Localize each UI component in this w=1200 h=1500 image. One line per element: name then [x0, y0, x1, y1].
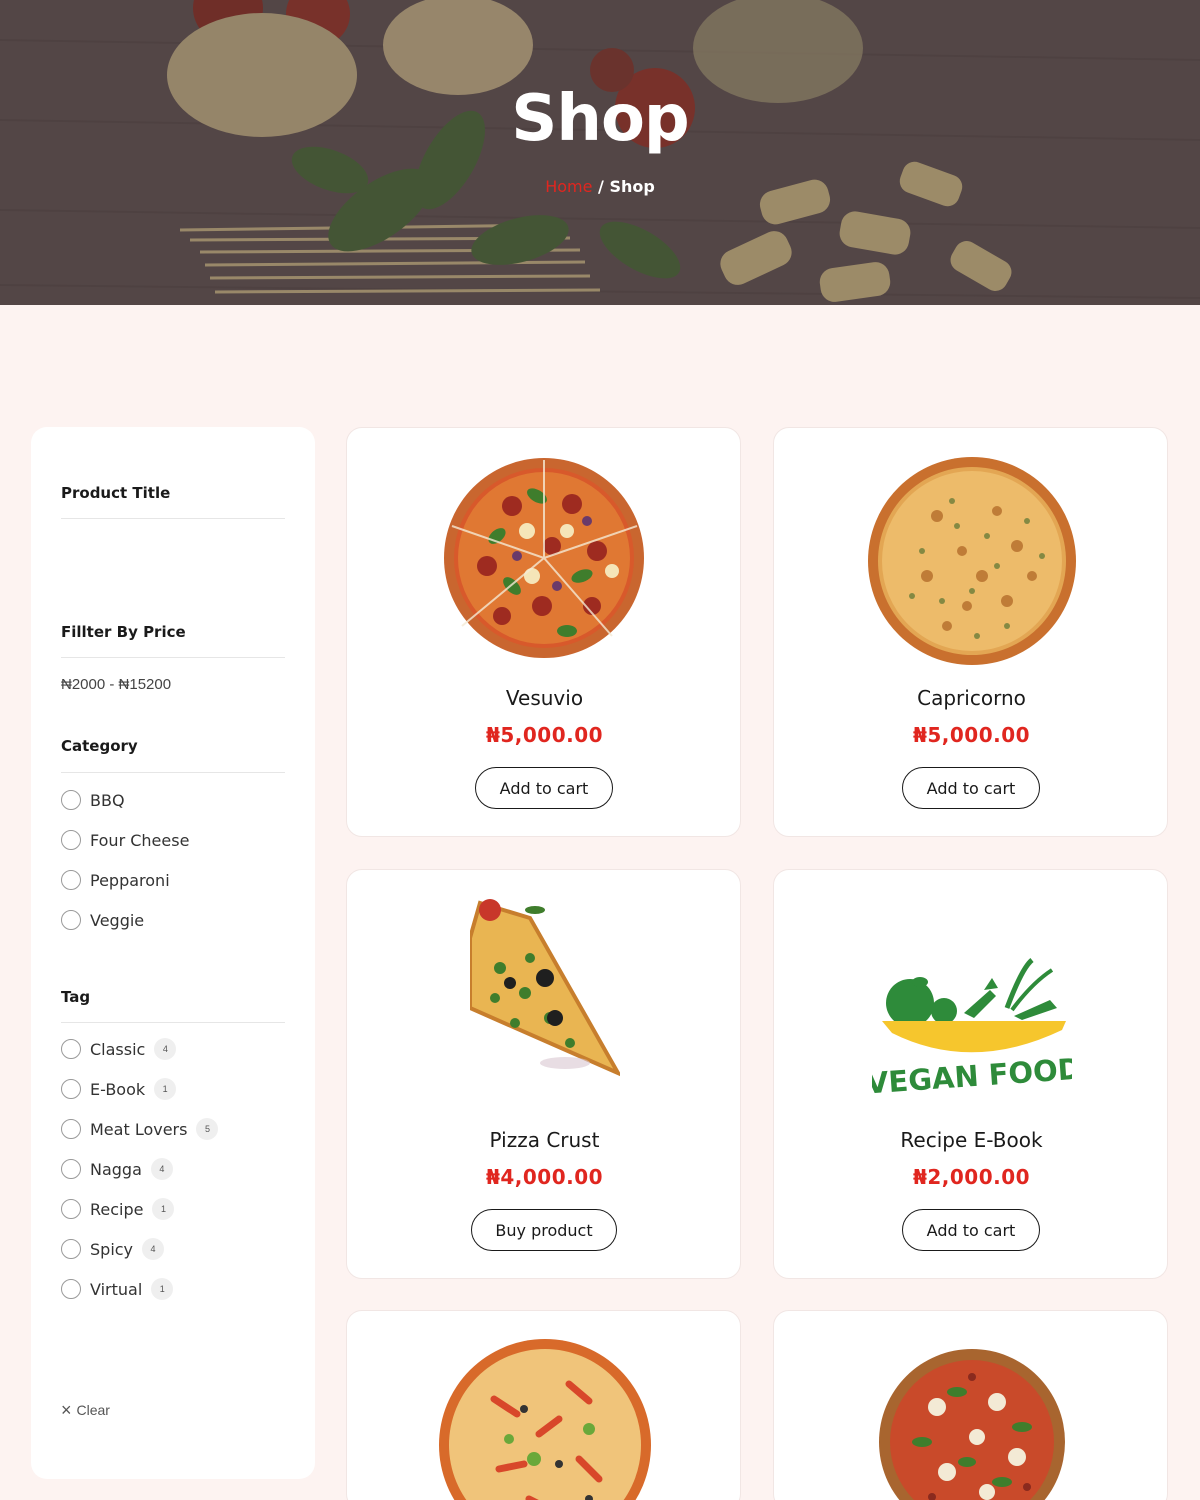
product-image[interactable] — [774, 1347, 1167, 1500]
breadcrumb-separator: / — [598, 177, 604, 196]
category-label: Pepparoni — [90, 870, 170, 890]
buy-product-button[interactable]: Buy product — [471, 1209, 617, 1251]
product-card: Pizza Crust ₦4,000.00 Buy product — [346, 869, 741, 1279]
divider — [61, 518, 285, 519]
price-filter-heading: Fillter By Price — [61, 623, 186, 641]
breadcrumb-home-link[interactable]: Home — [545, 177, 592, 196]
add-to-cart-button[interactable]: Add to cart — [902, 767, 1040, 809]
category-label: BBQ — [90, 790, 125, 810]
category-heading: Category — [61, 737, 138, 755]
pizza-slice-image — [469, 899, 620, 1077]
category-checkbox[interactable] — [61, 870, 81, 890]
divider — [61, 772, 285, 773]
breadcrumb: Home / Shop — [0, 177, 1200, 196]
product-image-recipe-ebook[interactable]: VEGAN FOOD — [774, 898, 1167, 1103]
pizza-image — [438, 1339, 651, 1500]
category-checkbox[interactable] — [61, 790, 81, 810]
product-card: Vesuvio ₦5,000.00 Add to cart — [346, 427, 741, 837]
tag-count-badge: 4 — [142, 1238, 165, 1260]
product-price: ₦2,000.00 — [912, 1165, 1031, 1189]
product-price: ₦4,000.00 — [485, 1165, 604, 1189]
category-option-pepparoni[interactable]: Pepparoni — [61, 868, 170, 892]
button-label: Add to cart — [926, 1221, 1016, 1240]
clear-label: Clear — [76, 1402, 110, 1418]
category-option-veggie[interactable]: Veggie — [61, 908, 144, 932]
category-option-bbq[interactable]: BBQ — [61, 788, 125, 812]
tag-option-e-book[interactable]: E-Book 1 — [61, 1077, 177, 1101]
tag-label: Classic — [90, 1039, 146, 1059]
add-to-cart-button[interactable]: Add to cart — [475, 767, 613, 809]
filter-sidebar: Product Title Fillter By Price ₦2000 - ₦… — [31, 427, 315, 1479]
tag-label: Nagga — [90, 1159, 142, 1179]
tag-option-nagga[interactable]: Nagga 4 — [61, 1157, 173, 1181]
product-price: ₦5,000.00 — [912, 723, 1031, 747]
clear-filters-button[interactable]: × Clear — [61, 1401, 110, 1419]
tag-checkbox[interactable] — [61, 1079, 81, 1099]
tag-label: Spicy — [90, 1239, 134, 1259]
breadcrumb-current: Shop — [609, 177, 655, 196]
product-card: VEGAN FOOD Recipe E-Book ₦2,000.00 Add t… — [773, 869, 1168, 1279]
category-label: Veggie — [90, 910, 145, 930]
tag-option-meat-lovers[interactable]: Meat Lovers 5 — [61, 1117, 219, 1141]
pizza-image — [444, 458, 644, 658]
product-card — [346, 1310, 741, 1500]
price-range-value: ₦2000 - ₦15200 — [61, 676, 172, 693]
tag-option-classic[interactable]: Classic 4 — [61, 1037, 177, 1061]
product-name[interactable]: Pizza Crust — [347, 1128, 740, 1152]
product-card — [773, 1310, 1168, 1500]
tag-checkbox[interactable] — [61, 1279, 81, 1299]
button-label: Buy product — [495, 1221, 593, 1240]
tag-checkbox[interactable] — [61, 1159, 81, 1179]
button-label: Add to cart — [926, 779, 1016, 798]
button-label: Add to cart — [499, 779, 589, 798]
tag-count-badge: 5 — [196, 1118, 219, 1140]
logo-text: VEGAN FOOD — [872, 1052, 1072, 1101]
divider — [61, 657, 285, 658]
tag-count-badge: 4 — [150, 1158, 173, 1180]
divider — [61, 1022, 285, 1023]
product-name[interactable]: Vesuvio — [347, 686, 740, 710]
tag-count-badge: 1 — [154, 1078, 177, 1100]
category-checkbox[interactable] — [61, 830, 81, 850]
pizza-image — [867, 457, 1076, 665]
tag-heading: Tag — [61, 988, 91, 1006]
page-hero: Shop Home / Shop — [0, 0, 1200, 305]
tag-option-spicy[interactable]: Spicy 4 — [61, 1237, 165, 1261]
product-card: Capricorno ₦5,000.00 Add to cart — [773, 427, 1168, 837]
tag-checkbox[interactable] — [61, 1039, 81, 1059]
product-name[interactable]: Capricorno — [774, 686, 1167, 710]
tag-label: Meat Lovers — [90, 1119, 188, 1139]
tag-label: Virtual — [90, 1279, 143, 1299]
pizza-image — [878, 1349, 1065, 1500]
tag-label: Recipe — [90, 1199, 144, 1219]
tag-checkbox[interactable] — [61, 1199, 81, 1219]
page-title: Shop — [511, 82, 689, 156]
tag-count-badge: 4 — [154, 1038, 177, 1060]
product-image-pizza-crust[interactable] — [347, 898, 740, 1103]
category-label: Four Cheese — [90, 830, 190, 850]
close-icon: × — [61, 1400, 72, 1420]
product-image[interactable] — [347, 1339, 740, 1500]
tag-count-badge: 1 — [151, 1278, 174, 1300]
category-checkbox[interactable] — [61, 910, 81, 930]
product-image-capricorno[interactable] — [774, 456, 1167, 665]
product-price: ₦5,000.00 — [485, 723, 604, 747]
product-name[interactable]: Recipe E-Book — [774, 1128, 1167, 1152]
tag-checkbox[interactable] — [61, 1239, 81, 1259]
vegan-food-logo: VEGAN FOOD — [872, 958, 1072, 1101]
add-to-cart-button[interactable]: Add to cart — [902, 1209, 1040, 1251]
product-image-vesuvio[interactable] — [347, 456, 740, 661]
tag-count-badge: 1 — [152, 1198, 175, 1220]
tag-checkbox[interactable] — [61, 1119, 81, 1139]
tag-label: E-Book — [90, 1079, 146, 1099]
tag-option-virtual[interactable]: Virtual 1 — [61, 1277, 174, 1301]
product-title-heading: Product Title — [61, 484, 171, 502]
tag-option-recipe[interactable]: Recipe 1 — [61, 1197, 175, 1221]
category-option-four-cheese[interactable]: Four Cheese — [61, 828, 189, 852]
